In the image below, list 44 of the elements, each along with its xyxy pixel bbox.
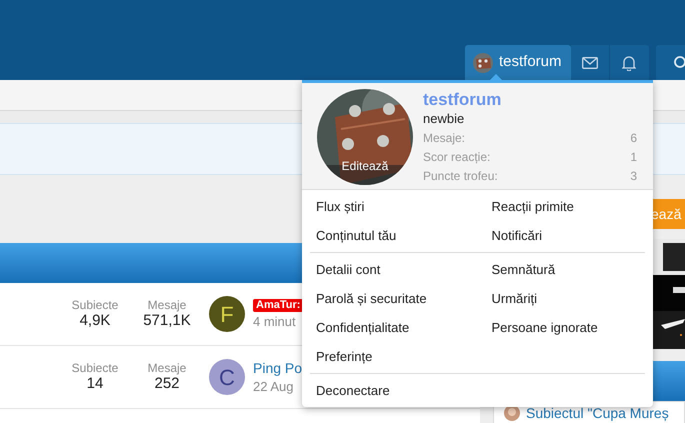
menu-link[interactable]: Flux știri — [302, 192, 478, 221]
bell-icon — [622, 54, 636, 70]
menu-link[interactable]: Persoane ignorate — [478, 313, 653, 342]
search-button[interactable] — [656, 45, 685, 80]
post-title-link[interactable]: Subiectul "Cupa Mureș — [526, 405, 669, 421]
search-icon — [671, 54, 685, 70]
stat-value: 14 — [86, 375, 104, 394]
menu-link[interactable]: Urmăriți — [478, 284, 653, 313]
prefix-badge: AmaTur: — [253, 298, 304, 312]
menu-link[interactable]: Notificări — [478, 221, 653, 250]
stat-value: 1 — [630, 148, 637, 166]
stat-label: Scor reacție: — [423, 148, 490, 166]
stat-value: 3 — [630, 168, 637, 185]
user-rank: newbie — [423, 111, 466, 128]
avatar-edit-control[interactable]: Editează — [317, 89, 413, 185]
menu-link[interactable]: Parolă și securitate — [302, 284, 478, 313]
avatar-letter: F — [220, 300, 234, 328]
stat-value: 571,1K — [143, 312, 191, 330]
username-label: testforum — [499, 52, 562, 72]
stat-label: Puncte trofeu: — [423, 168, 498, 185]
stat-label: Subiecte — [72, 298, 118, 312]
menu-link[interactable]: Preferințe — [302, 342, 478, 371]
avatar-letter: C — [219, 364, 235, 392]
stat-label: Mesaje — [148, 298, 186, 312]
alerts-button[interactable] — [610, 45, 649, 80]
inbox-button[interactable] — [570, 45, 610, 80]
stat-label: Mesaje — [148, 360, 186, 376]
menu-link[interactable]: Conținutul tău — [302, 221, 478, 250]
stat-value: 4,9K — [80, 312, 110, 330]
menu-link[interactable]: Confidențialitate — [302, 313, 478, 342]
edit-avatar-label: Editează — [340, 158, 390, 175]
thread-link[interactable]: Ping Po — [253, 360, 302, 377]
stat-value: 252 — [154, 375, 180, 394]
post-time: 22 Aug — [253, 378, 294, 394]
stat-label: Mesaje: — [423, 130, 466, 147]
menu-link[interactable]: Reacții primite — [478, 192, 653, 221]
user-tab[interactable]: testforum — [465, 45, 571, 80]
stat-label: Subiecte — [72, 360, 118, 376]
menu-link[interactable]: Detalii cont — [302, 255, 478, 284]
envelope-icon — [582, 56, 598, 68]
menu-link[interactable]: Deconectare — [302, 376, 478, 405]
stat-value: 6 — [630, 130, 637, 147]
post-time: 4 minut — [253, 314, 297, 330]
menu-link[interactable]: Semnătură — [478, 255, 653, 284]
